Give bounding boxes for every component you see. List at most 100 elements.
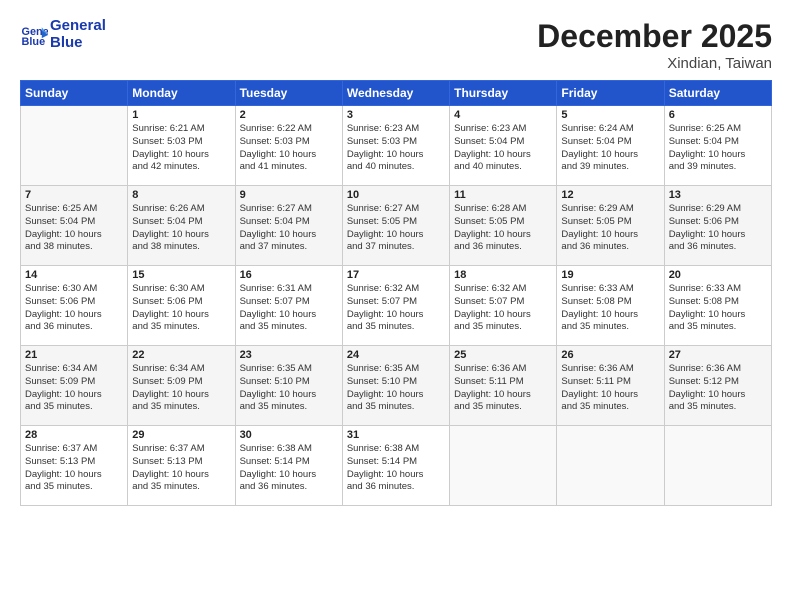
title-block: December 2025 Xindian, Taiwan xyxy=(537,18,772,72)
cell-info: Sunrise: 6:27 AM Sunset: 5:04 PM Dayligh… xyxy=(240,203,338,254)
logo-text-general: General xyxy=(50,18,106,35)
day-number: 1 xyxy=(132,109,230,121)
calendar-cell: 22 Sunrise: 6:34 AM Sunset: 5:09 PM Dayli… xyxy=(128,346,235,426)
day-number: 19 xyxy=(561,269,659,281)
day-number: 11 xyxy=(454,189,552,201)
calendar-cell: 17 Sunrise: 6:32 AM Sunset: 5:07 PM Dayli… xyxy=(342,266,449,346)
cell-info: Sunrise: 6:33 AM Sunset: 5:08 PM Dayligh… xyxy=(669,283,767,334)
calendar-cell xyxy=(664,426,771,506)
cell-info: Sunrise: 6:38 AM Sunset: 5:14 PM Dayligh… xyxy=(240,443,338,494)
cell-info: Sunrise: 6:34 AM Sunset: 5:09 PM Dayligh… xyxy=(25,363,123,414)
calendar-cell: 11 Sunrise: 6:28 AM Sunset: 5:05 PM Dayli… xyxy=(450,186,557,266)
cell-info: Sunrise: 6:31 AM Sunset: 5:07 PM Dayligh… xyxy=(240,283,338,334)
day-number: 29 xyxy=(132,429,230,441)
calendar-cell: 29 Sunrise: 6:37 AM Sunset: 5:13 PM Dayli… xyxy=(128,426,235,506)
calendar-cell: 9Sunrise: 6:27 AM Sunset: 5:04 PM Daylig… xyxy=(235,186,342,266)
week-row-3: 14 Sunrise: 6:30 AM Sunset: 5:06 PM Dayli… xyxy=(21,266,772,346)
header-row: General Blue General Blue December 2025 … xyxy=(20,18,772,72)
day-number: 23 xyxy=(240,349,338,361)
cell-info: Sunrise: 6:36 AM Sunset: 5:12 PM Dayligh… xyxy=(669,363,767,414)
cell-info: Sunrise: 6:35 AM Sunset: 5:10 PM Dayligh… xyxy=(240,363,338,414)
logo-text-blue: Blue xyxy=(50,35,106,52)
day-number: 15 xyxy=(132,269,230,281)
cell-info: Sunrise: 6:30 AM Sunset: 5:06 PM Dayligh… xyxy=(132,283,230,334)
day-number: 30 xyxy=(240,429,338,441)
calendar-cell: 27 Sunrise: 6:36 AM Sunset: 5:12 PM Dayli… xyxy=(664,346,771,426)
calendar-cell: 21 Sunrise: 6:34 AM Sunset: 5:09 PM Dayli… xyxy=(21,346,128,426)
day-number: 27 xyxy=(669,349,767,361)
header-day-wednesday: Wednesday xyxy=(342,81,449,106)
calendar-cell: 19 Sunrise: 6:33 AM Sunset: 5:08 PM Dayli… xyxy=(557,266,664,346)
cell-info: Sunrise: 6:28 AM Sunset: 5:05 PM Dayligh… xyxy=(454,203,552,254)
calendar-cell: 10 Sunrise: 6:27 AM Sunset: 5:05 PM Dayli… xyxy=(342,186,449,266)
calendar-cell: 5Sunrise: 6:24 AM Sunset: 5:04 PM Daylig… xyxy=(557,106,664,186)
calendar-cell: 26Sunrise: 6:36 AM Sunset: 5:11 PM Dayli… xyxy=(557,346,664,426)
calendar-cell: 15 Sunrise: 6:30 AM Sunset: 5:06 PM Dayli… xyxy=(128,266,235,346)
calendar-cell: 30 Sunrise: 6:38 AM Sunset: 5:14 PM Dayli… xyxy=(235,426,342,506)
cell-info: Sunrise: 6:32 AM Sunset: 5:07 PM Dayligh… xyxy=(347,283,445,334)
week-row-5: 28 Sunrise: 6:37 AM Sunset: 5:13 PM Dayli… xyxy=(21,426,772,506)
header-day-friday: Friday xyxy=(557,81,664,106)
header-day-thursday: Thursday xyxy=(450,81,557,106)
day-number: 18 xyxy=(454,269,552,281)
calendar-cell: 1 Sunrise: 6:21 AM Sunset: 5:03 PM Daylig… xyxy=(128,106,235,186)
day-number: 24 xyxy=(347,349,445,361)
day-number: 26 xyxy=(561,349,659,361)
day-number: 14 xyxy=(25,269,123,281)
calendar-cell: 23 Sunrise: 6:35 AM Sunset: 5:10 PM Dayli… xyxy=(235,346,342,426)
day-number: 2 xyxy=(240,109,338,121)
week-row-4: 21 Sunrise: 6:34 AM Sunset: 5:09 PM Dayli… xyxy=(21,346,772,426)
calendar-cell: 2Sunrise: 6:22 AM Sunset: 5:03 PM Daylig… xyxy=(235,106,342,186)
calendar-cell xyxy=(557,426,664,506)
day-number: 17 xyxy=(347,269,445,281)
calendar-cell xyxy=(21,106,128,186)
header-day-monday: Monday xyxy=(128,81,235,106)
calendar-cell: 18 Sunrise: 6:32 AM Sunset: 5:07 PM Dayli… xyxy=(450,266,557,346)
cell-info: Sunrise: 6:29 AM Sunset: 5:05 PM Dayligh… xyxy=(561,203,659,254)
cell-info: Sunrise: 6:38 AM Sunset: 5:14 PM Dayligh… xyxy=(347,443,445,494)
cell-info: Sunrise: 6:33 AM Sunset: 5:08 PM Dayligh… xyxy=(561,283,659,334)
cell-info: Sunrise: 6:27 AM Sunset: 5:05 PM Dayligh… xyxy=(347,203,445,254)
day-number: 20 xyxy=(669,269,767,281)
location: Xindian, Taiwan xyxy=(537,55,772,72)
header-row-days: SundayMondayTuesdayWednesdayThursdayFrid… xyxy=(21,81,772,106)
day-number: 16 xyxy=(240,269,338,281)
month-title: December 2025 xyxy=(537,18,772,55)
calendar-cell: 3Sunrise: 6:23 AM Sunset: 5:03 PM Daylig… xyxy=(342,106,449,186)
cell-info: Sunrise: 6:36 AM Sunset: 5:11 PM Dayligh… xyxy=(454,363,552,414)
cell-info: Sunrise: 6:30 AM Sunset: 5:06 PM Dayligh… xyxy=(25,283,123,334)
calendar-cell: 8 Sunrise: 6:26 AM Sunset: 5:04 PM Daylig… xyxy=(128,186,235,266)
day-number: 5 xyxy=(561,109,659,121)
calendar-body: 1 Sunrise: 6:21 AM Sunset: 5:03 PM Daylig… xyxy=(21,106,772,506)
cell-info: Sunrise: 6:26 AM Sunset: 5:04 PM Dayligh… xyxy=(132,203,230,254)
day-number: 22 xyxy=(132,349,230,361)
header-day-sunday: Sunday xyxy=(21,81,128,106)
header-day-saturday: Saturday xyxy=(664,81,771,106)
day-number: 3 xyxy=(347,109,445,121)
page-container: General Blue General Blue December 2025 … xyxy=(0,0,792,516)
calendar-cell: 24Sunrise: 6:35 AM Sunset: 5:10 PM Dayli… xyxy=(342,346,449,426)
cell-info: Sunrise: 6:25 AM Sunset: 5:04 PM Dayligh… xyxy=(669,123,767,174)
calendar-cell: 13Sunrise: 6:29 AM Sunset: 5:06 PM Dayli… xyxy=(664,186,771,266)
calendar-cell: 14 Sunrise: 6:30 AM Sunset: 5:06 PM Dayli… xyxy=(21,266,128,346)
week-row-1: 1 Sunrise: 6:21 AM Sunset: 5:03 PM Daylig… xyxy=(21,106,772,186)
calendar-cell: 7 Sunrise: 6:25 AM Sunset: 5:04 PM Daylig… xyxy=(21,186,128,266)
cell-info: Sunrise: 6:34 AM Sunset: 5:09 PM Dayligh… xyxy=(132,363,230,414)
logo-icon: General Blue xyxy=(20,21,48,49)
cell-info: Sunrise: 6:37 AM Sunset: 5:13 PM Dayligh… xyxy=(25,443,123,494)
cell-info: Sunrise: 6:37 AM Sunset: 5:13 PM Dayligh… xyxy=(132,443,230,494)
day-number: 28 xyxy=(25,429,123,441)
day-number: 8 xyxy=(132,189,230,201)
day-number: 4 xyxy=(454,109,552,121)
calendar-cell: 4Sunrise: 6:23 AM Sunset: 5:04 PM Daylig… xyxy=(450,106,557,186)
cell-info: Sunrise: 6:25 AM Sunset: 5:04 PM Dayligh… xyxy=(25,203,123,254)
day-number: 6 xyxy=(669,109,767,121)
calendar-cell: 16 Sunrise: 6:31 AM Sunset: 5:07 PM Dayli… xyxy=(235,266,342,346)
day-number: 21 xyxy=(25,349,123,361)
cell-info: Sunrise: 6:21 AM Sunset: 5:03 PM Dayligh… xyxy=(132,123,230,174)
calendar-header: SundayMondayTuesdayWednesdayThursdayFrid… xyxy=(21,81,772,106)
cell-info: Sunrise: 6:32 AM Sunset: 5:07 PM Dayligh… xyxy=(454,283,552,334)
day-number: 7 xyxy=(25,189,123,201)
day-number: 25 xyxy=(454,349,552,361)
day-number: 10 xyxy=(347,189,445,201)
